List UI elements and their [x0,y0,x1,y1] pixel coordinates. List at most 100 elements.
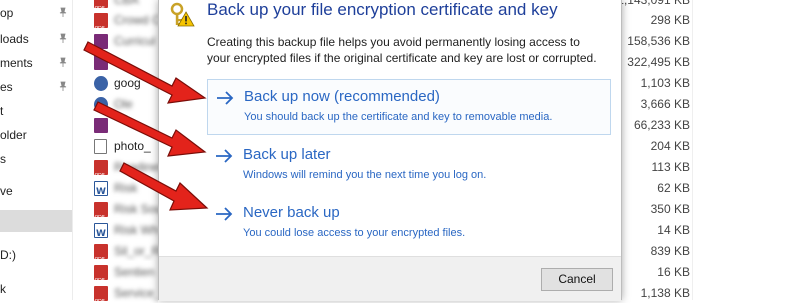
size-column: 1,143,091 KB 298 KB 158,536 KB 322,495 K… [610,0,690,300]
setup-icon [94,97,108,112]
pdf-icon [94,202,108,219]
file-row[interactable]: Risk Wh [92,220,158,240]
option-title: Back up later [243,146,331,163]
file-row[interactable]: Service_ [92,283,158,303]
file-row[interactable] [92,52,158,72]
nav-item-label: k [0,282,6,296]
nav-item-label: ve [0,184,13,198]
arrow-right-icon [216,207,233,221]
option-subtitle: You should back up the certificate and k… [244,111,553,123]
option-title: Never back up [243,204,340,221]
file-size: 66,233 KB [633,118,690,132]
pin-icon [59,33,67,43]
pdf-icon [94,160,108,177]
file-name: CBA [114,0,139,7]
word-icon [94,223,108,240]
file-row[interactable]: Sil_or_RS [92,241,158,261]
nav-item[interactable]: k [0,278,72,300]
nav-item-label: t [0,104,4,118]
file-name: photo_ [114,139,151,153]
file-name: Risk Wh [114,223,158,237]
backup-certificate-dialog: Back up your file encryption certificate… [158,0,622,301]
back-up-later-option[interactable]: Back up later Windows will remind you th… [207,138,609,192]
image-file-icon [94,139,107,154]
file-size: 113 KB [651,160,690,174]
file-row[interactable]: photo_ [92,136,158,156]
pin-icon [59,7,67,17]
file-row[interactable]: Curricul [92,31,158,51]
nav-item[interactable]: es [0,76,72,98]
file-row[interactable] [92,115,158,135]
file-row[interactable]: Sentien [92,262,158,282]
arrow-right-icon [217,91,234,105]
nav-item[interactable]: D:) [0,244,72,266]
pdf-icon [94,13,108,30]
file-size: 1,143,091 KB [617,0,690,7]
file-size: 1,138 KB [640,286,690,300]
file-name: Sil_or_RS [114,244,158,258]
file-name: Curricul [114,34,156,48]
dialog-description: Creating this backup file helps you avoi… [207,35,597,65]
file-name: Readiness [114,160,158,174]
nav-item-label: D:) [0,248,16,262]
navigation-pane: op loads ments es t older s ve D:) k [0,0,73,300]
never-back-up-option[interactable]: Never back up You could lose access to y… [207,196,609,250]
file-row[interactable]: Risk [92,178,158,198]
pin-icon [59,81,67,91]
file-row[interactable]: goog [92,73,158,93]
file-name: goog [114,76,141,90]
option-title: Back up now (recommended) [244,88,440,105]
file-name: Sentien [114,265,155,279]
option-subtitle: Windows will remind you the next time yo… [243,169,487,181]
dialog-footer: Cancel [159,256,621,301]
pdf-icon [94,265,108,282]
nav-item-label: s [0,152,6,166]
nav-item[interactable]: older [0,124,72,146]
arrow-right-icon [216,149,233,163]
file-row[interactable]: Crowd C [92,10,158,30]
file-list: CBA Crowd C Curricul goog Ole photo_ Rea… [92,0,158,303]
nav-item[interactable]: t [0,100,72,122]
file-size: 14 KB [657,223,690,237]
nav-item[interactable]: s [0,148,72,170]
pin-icon [59,57,67,67]
rar-icon [94,34,108,49]
nav-item-label: es [0,80,13,94]
nav-item-label: ments [0,56,33,70]
file-name: Service_ [114,286,158,300]
file-row[interactable]: Ole [92,94,158,114]
file-name: Ole [114,97,133,111]
pdf-icon [94,0,108,10]
pdf-icon [94,286,108,303]
file-size: 839 KB [650,244,690,258]
file-size: 158,536 KB [627,34,690,48]
file-size: 62 KB [657,181,690,195]
file-size: 1,103 KB [640,76,690,90]
file-row[interactable]: CBA [92,0,158,10]
file-name: Risk Sou [114,202,158,216]
rar-icon [94,118,108,133]
nav-item-label: older [0,128,27,142]
option-subtitle: You could lose access to your encrypted … [243,227,466,239]
nav-item[interactable]: loads [0,28,72,50]
nav-item[interactable]: op [0,2,72,24]
file-row[interactable]: Readiness [92,157,158,177]
file-size: 3,666 KB [640,97,690,111]
nav-item-label: op [0,6,14,20]
file-row[interactable]: Risk Sou [92,199,158,219]
back-up-now-option[interactable]: Back up now (recommended) You should bac… [207,79,611,135]
nav-item-label: loads [0,32,29,46]
nav-item[interactable]: ve [0,180,72,202]
setup-icon [94,76,108,91]
word-icon [94,181,108,198]
file-name: Crowd C [114,13,158,27]
file-size: 204 KB [650,139,690,153]
column-divider [692,0,693,300]
file-size: 322,495 KB [627,55,690,69]
nav-item[interactable]: ments [0,52,72,74]
file-name: Risk [114,181,138,195]
cancel-button[interactable]: Cancel [541,268,613,291]
pdf-icon [94,244,108,261]
file-size: 298 KB [650,13,690,27]
nav-item-selected[interactable] [0,210,72,232]
